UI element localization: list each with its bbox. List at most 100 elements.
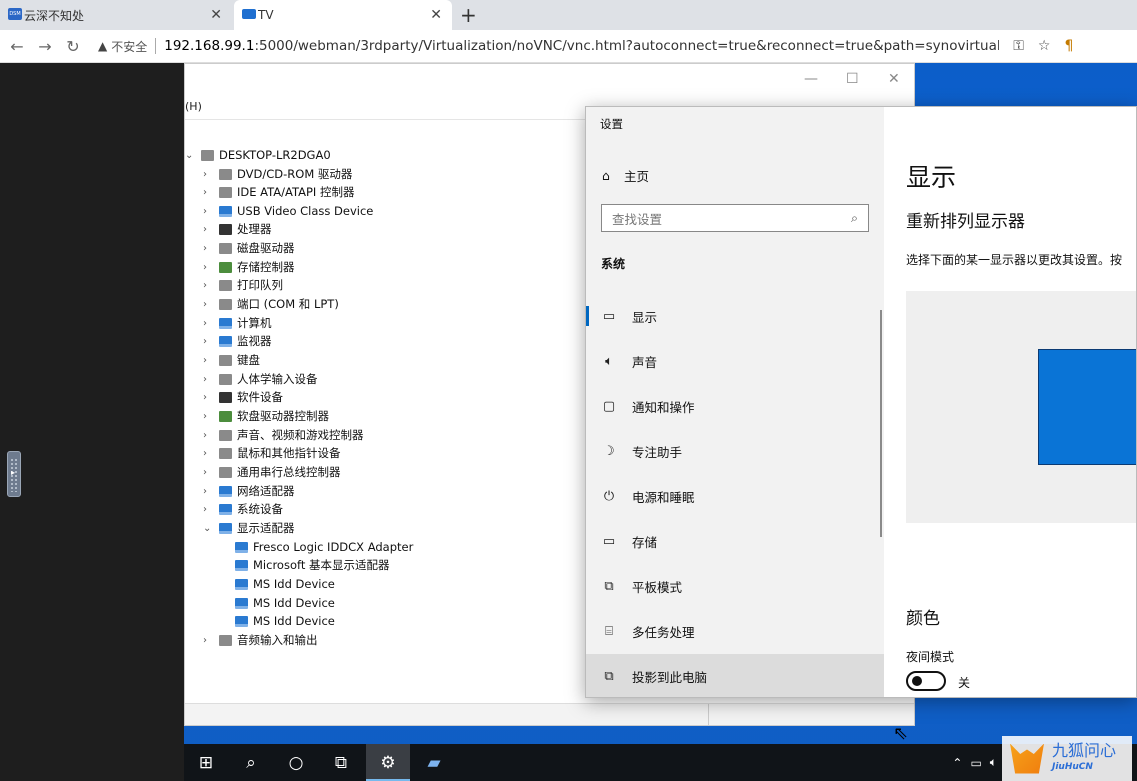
home-link[interactable]: ⌂ 主页 xyxy=(602,166,649,185)
chevron-right-icon[interactable]: › xyxy=(203,187,215,198)
minimize-icon[interactable]: — xyxy=(804,71,818,87)
nav-item-power[interactable]: ⏻ 电源和睡眠 xyxy=(586,474,884,518)
system-device-icon xyxy=(219,503,232,515)
nav-item-tablet[interactable]: ⧉ 平板模式 xyxy=(586,564,884,608)
tree-item[interactable]: › 音频输入和输出 xyxy=(203,631,318,649)
tab-dsm[interactable]: DSM 云深不知处 ✕ xyxy=(0,0,232,30)
tree-item[interactable]: › IDE ATA/ATAPI 控制器 xyxy=(203,183,354,201)
taskbar-device-manager-app[interactable]: ▰ xyxy=(412,744,456,781)
volume-icon[interactable]: 🔈︎ xyxy=(990,755,997,770)
search-input[interactable]: 查找设置 ⌕ xyxy=(601,204,869,232)
tree-item[interactable]: › 监视器 xyxy=(203,332,272,350)
chevron-right-icon[interactable]: › xyxy=(203,504,215,515)
tree-item[interactable]: › DVD/CD-ROM 驱动器 xyxy=(203,165,352,183)
nav-item-project[interactable]: ⧉ 投影到此电脑 xyxy=(586,654,884,697)
chevron-right-icon[interactable]: › xyxy=(203,243,215,254)
nav-item-multitasking[interactable]: ⌸ 多任务处理 xyxy=(586,609,884,653)
chevron-right-icon[interactable]: › xyxy=(203,355,215,366)
tree-item[interactable]: › 通用串行总线控制器 xyxy=(203,463,341,481)
chevron-right-icon[interactable]: › xyxy=(203,318,215,329)
nav-item-notifications[interactable]: ▢ 通知和操作 xyxy=(586,384,884,428)
tree-item[interactable]: › 系统设备 xyxy=(203,500,283,518)
close-icon[interactable]: ✕ xyxy=(430,7,442,23)
reload-icon[interactable]: ↻ xyxy=(62,37,84,56)
display-tile[interactable]: 1 xyxy=(1038,349,1136,465)
tree-root[interactable]: ⌄ DESKTOP-LR2DGA0 xyxy=(185,146,331,164)
chevron-down-icon[interactable]: ⌄ xyxy=(203,523,215,534)
tree-item[interactable]: › 端口 (COM 和 LPT) xyxy=(203,295,339,313)
nav-item-storage[interactable]: ▭ 存储 xyxy=(586,519,884,563)
url-input[interactable]: 192.168.99.1:5000/webman/3rdparty/Virtua… xyxy=(164,38,999,54)
back-arrow-icon[interactable]: ← xyxy=(6,37,28,56)
tree-item[interactable]: › 声音、视频和游戏控制器 xyxy=(203,426,364,444)
tab-label: 云深不知处 xyxy=(24,8,85,23)
tree-subitem[interactable]: MS Idd Device xyxy=(231,575,335,593)
tree-item[interactable]: › 存储控制器 xyxy=(203,258,295,276)
maximize-icon[interactable]: ☐ xyxy=(846,71,859,87)
chevron-right-icon[interactable]: › xyxy=(203,280,215,291)
tree-item[interactable]: › 人体学输入设备 xyxy=(203,370,318,388)
chevron-right-icon[interactable]: › xyxy=(203,206,215,217)
remote-desktop: — ☐ ✕ (H) ⌄ DESKTOP-LR2DGA0 › DVD/CD-ROM … xyxy=(184,63,1137,781)
home-icon: ⌂ xyxy=(602,168,610,183)
network-icon[interactable]: ▭ xyxy=(970,756,981,770)
chevron-right-icon[interactable]: › xyxy=(203,411,215,422)
vnc-control-bar-handle[interactable]: ▸ xyxy=(7,451,21,497)
chevron-right-icon[interactable]: › xyxy=(203,486,215,497)
chevron-right-icon[interactable]: › xyxy=(203,299,215,310)
taskbar-settings-app[interactable]: ⚙ xyxy=(366,744,410,781)
new-tab-plus-icon[interactable]: + xyxy=(460,3,477,27)
cortana-button[interactable]: ○ xyxy=(274,744,318,781)
tree-item[interactable]: › 磁盘驱动器 xyxy=(203,239,295,257)
tree-item[interactable]: › 处理器 xyxy=(203,220,272,238)
tab-tv[interactable]: TV ✕ xyxy=(234,0,452,30)
audio-io-icon xyxy=(219,634,232,646)
tree-item[interactable]: › 软件设备 xyxy=(203,388,283,406)
tree-item-expanded[interactable]: ⌄ 显示适配器 xyxy=(203,519,295,537)
scrollbar[interactable] xyxy=(880,310,882,537)
star-icon[interactable]: ☆ xyxy=(1038,38,1051,54)
display-adapter-icon xyxy=(235,541,248,553)
tree-subitem[interactable]: MS Idd Device xyxy=(231,594,335,612)
tree-item[interactable]: › 打印队列 xyxy=(203,276,283,294)
chevron-right-icon[interactable]: › xyxy=(203,262,215,273)
project-icon: ⧉ xyxy=(604,668,614,684)
close-icon[interactable]: ✕ xyxy=(888,71,900,87)
task-view-button[interactable]: ⧉ xyxy=(319,744,363,781)
nav-item-sound[interactable]: 🔈︎ 声音 xyxy=(586,339,884,383)
tree-item[interactable]: › 软盘驱动器控制器 xyxy=(203,407,329,425)
monitor-favicon-icon xyxy=(242,9,256,19)
chevron-right-icon[interactable]: › xyxy=(203,336,215,347)
security-indicator[interactable]: ▲ 不安全 xyxy=(98,38,147,55)
chevron-down-icon[interactable]: ⌄ xyxy=(185,150,197,161)
chevron-up-icon[interactable]: ⌃ xyxy=(952,756,962,770)
tree-subitem[interactable]: Fresco Logic IDDCX Adapter xyxy=(231,538,413,556)
nav-item-display[interactable]: ▭ 显示 xyxy=(586,294,884,338)
chevron-right-icon[interactable]: › xyxy=(203,224,215,235)
chevron-right-icon[interactable]: › xyxy=(203,169,215,180)
chevron-right-icon[interactable]: › xyxy=(203,467,215,478)
display-adapter-icon xyxy=(235,559,248,571)
forward-arrow-icon[interactable]: → xyxy=(34,37,56,56)
chevron-right-icon[interactable]: › xyxy=(203,430,215,441)
tree-item[interactable]: › 网络适配器 xyxy=(203,482,295,500)
close-icon[interactable]: ✕ xyxy=(210,7,222,23)
chevron-right-icon[interactable]: › xyxy=(203,448,215,459)
night-mode-toggle[interactable] xyxy=(906,671,946,691)
chevron-right-icon[interactable]: › xyxy=(203,374,215,385)
tree-item[interactable]: › USB Video Class Device xyxy=(203,202,373,220)
menu-help[interactable]: (H) xyxy=(185,100,202,113)
extension-icon[interactable]: ¶ xyxy=(1064,38,1073,54)
nav-item-focus-assist[interactable]: ☽ 专注助手 xyxy=(586,429,884,473)
tree-item[interactable]: › 计算机 xyxy=(203,314,272,332)
tree-item[interactable]: › 鼠标和其他指针设备 xyxy=(203,444,341,462)
start-button[interactable]: ⊞ xyxy=(184,744,228,781)
tree-subitem[interactable]: MS Idd Device xyxy=(231,612,335,630)
search-button[interactable]: ⌕ xyxy=(229,744,273,781)
chevron-right-icon[interactable]: › xyxy=(203,392,215,403)
tree-subitem[interactable]: Microsoft 基本显示适配器 xyxy=(231,556,390,574)
chevron-right-icon[interactable]: › xyxy=(203,635,215,646)
key-icon[interactable]: ⚿ xyxy=(1013,38,1024,54)
tree-item-label: 磁盘驱动器 xyxy=(237,241,295,255)
tree-item[interactable]: › 键盘 xyxy=(203,351,260,369)
